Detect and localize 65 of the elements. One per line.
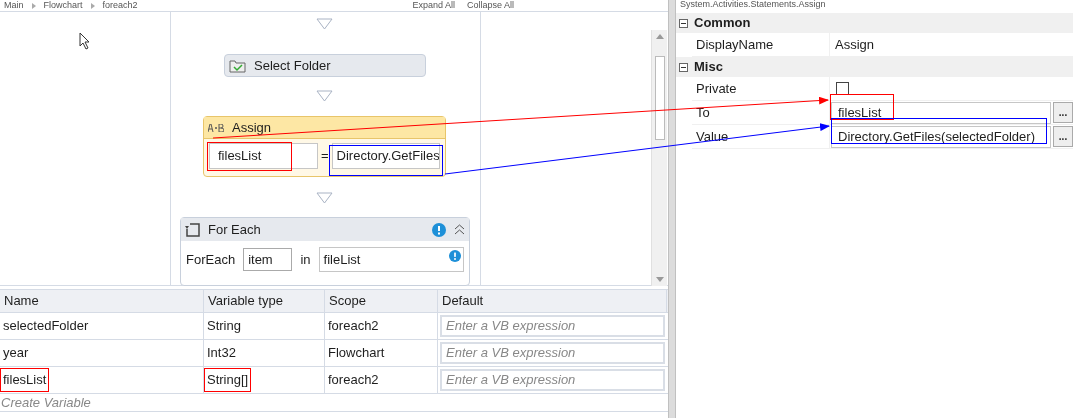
scrollbar[interactable] (651, 30, 667, 286)
input-field[interactable]: Directory.GetFiles(selectedFolder) (831, 125, 1051, 148)
table-cell-text: foreach2 (327, 317, 380, 336)
table-cell-text: selectedFolder (2, 317, 90, 336)
designer-link[interactable]: Collapse All (466, 1, 514, 10)
property-label: DisplayName (696, 35, 774, 54)
warning-icon (449, 250, 461, 262)
designer-link[interactable]: Expand All (412, 1, 455, 10)
column-header: Scope (325, 290, 438, 312)
table-cell: String[] (204, 368, 252, 392)
chevron-icon (31, 2, 36, 9)
property-label: Value (696, 127, 729, 146)
activity-card[interactable]: For Each ForEach item in fileList (180, 217, 470, 286)
table-cell-text: String (206, 317, 242, 336)
ellipsis-button[interactable]: ... (1053, 126, 1073, 147)
property-label: Private (696, 79, 737, 98)
column-header: Default (438, 290, 667, 312)
equals-sign: = (321, 147, 329, 166)
field-label: ForEach (186, 250, 236, 269)
property-label: To (696, 103, 710, 122)
property-value: Assign (834, 35, 876, 54)
scroll-thumb[interactable] (655, 56, 665, 140)
connector-triangle-icon (316, 192, 333, 204)
breadcrumb-link[interactable]: Main (4, 1, 24, 10)
table-cell: filesList (0, 368, 50, 392)
activity-title: For Each (208, 220, 262, 239)
column-header: Name (0, 290, 204, 312)
collapse-icon[interactable] (679, 62, 688, 72)
input-field[interactable]: Directory.GetFiles (331, 143, 440, 169)
input-field[interactable]: filesList (831, 101, 1051, 124)
table-cell-text: Int32 (206, 344, 237, 363)
activity-card[interactable]: Assign filesList = Directory.GetFiles (203, 116, 446, 177)
collapse-icon[interactable] (679, 18, 688, 28)
loop-icon (185, 222, 200, 237)
table-cell-text: Flowchart (327, 344, 386, 363)
input-field[interactable]: filesList (209, 143, 318, 169)
ellipsis-button[interactable]: ... (1053, 102, 1073, 123)
chevron-icon (90, 2, 95, 9)
collapse-icon[interactable] (454, 224, 465, 235)
input-field[interactable]: Enter a VB expression (440, 315, 665, 337)
table-cell-text: year (2, 344, 30, 363)
category-header: Common (694, 14, 751, 33)
assign-icon (208, 123, 224, 132)
warning-icon (432, 222, 446, 237)
category-header: Misc (694, 58, 723, 77)
activity-title: Assign (232, 118, 272, 137)
connector-triangle-icon (316, 90, 333, 102)
cursor-icon (79, 32, 91, 50)
breadcrumb-link[interactable]: Flowchart (43, 1, 83, 10)
create-variable-link[interactable]: Create Variable (0, 392, 92, 413)
column-header: Variable type (204, 290, 325, 312)
scroll-up-icon[interactable] (656, 34, 664, 39)
input-field[interactable]: Enter a VB expression (440, 342, 665, 364)
breadcrumb-link[interactable]: foreach2 (102, 1, 138, 10)
scroll-down-icon[interactable] (656, 277, 664, 282)
folder-check-icon (229, 58, 246, 73)
field-label: in (300, 250, 311, 269)
activity-card[interactable]: Select Folder (224, 54, 426, 77)
table-cell-text: foreach2 (327, 371, 380, 390)
connector-triangle-icon (316, 18, 333, 30)
input-field[interactable]: Enter a VB expression (440, 369, 665, 391)
input-field[interactable]: fileList (318, 247, 464, 272)
input-field[interactable]: item (243, 248, 293, 271)
activity-title: Select Folder (254, 56, 331, 75)
property-title: System.Activities.Statements.Assign (679, 0, 827, 10)
